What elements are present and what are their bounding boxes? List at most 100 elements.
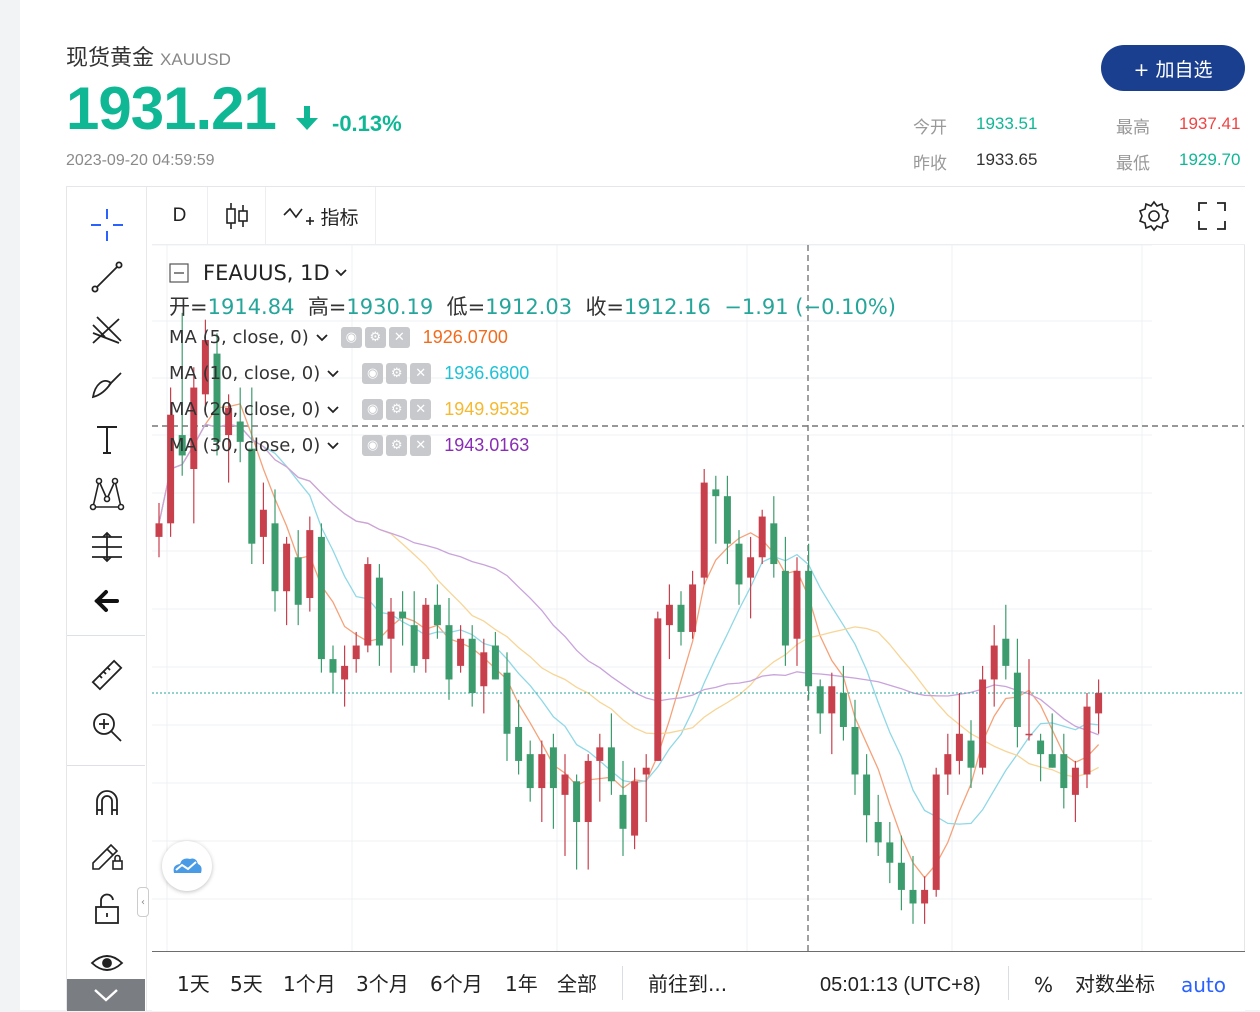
range-button[interactable]: 1年 — [505, 952, 538, 1012]
candle-body — [839, 693, 847, 727]
chevron-down-icon[interactable] — [315, 333, 329, 343]
candle-body — [364, 564, 372, 646]
log-scale-toggle[interactable]: 对数坐标 — [1075, 952, 1155, 1012]
candle-body — [735, 543, 743, 585]
interval-selector[interactable]: D — [152, 187, 208, 245]
candle-body — [851, 726, 859, 775]
symbol-row: FEAUUS, 1D — [169, 261, 348, 285]
remove-indicator-close-icon[interactable]: ✕ — [388, 327, 410, 348]
candle-body — [317, 536, 325, 660]
drawing-toolbar: ‹ — [67, 187, 149, 1011]
last-price: 1931.21 — [66, 75, 277, 142]
candle-body — [399, 611, 407, 619]
candle-body — [596, 747, 604, 761]
candle-body — [944, 754, 952, 775]
text-tool-icon[interactable] — [87, 419, 127, 459]
candle-body — [619, 794, 627, 829]
candle-body — [271, 523, 279, 592]
low-label: 最低 — [1116, 154, 1150, 174]
indicator-label[interactable]: MA (10, close, 0) — [169, 363, 320, 384]
ma-line — [158, 423, 1099, 825]
collapse-legend-icon[interactable] — [169, 263, 189, 283]
candle-body — [921, 889, 929, 904]
price-chart[interactable]: FEAUUS, 1D 开=1914.84 高=1930.19 低=1912.03… — [152, 245, 1244, 951]
brand-cloud-logo[interactable] — [162, 841, 212, 891]
settings-gear-icon[interactable] — [1125, 187, 1183, 245]
indicator-label[interactable]: MA (5, close, 0) — [169, 327, 309, 348]
change-value: −1.91 (−0.10%) — [724, 295, 896, 319]
range-button[interactable]: 6个月 — [430, 952, 483, 1012]
clock-timezone[interactable]: 05:01:13 (UTC+8) — [820, 952, 981, 1012]
candle-body — [805, 570, 813, 687]
range-button[interactable]: 1个月 — [283, 952, 336, 1012]
indicator-label[interactable]: MA (20, close, 0) — [169, 399, 320, 420]
percent-scale-toggle[interactable]: % — [1034, 952, 1053, 1012]
brush-icon[interactable] — [87, 365, 127, 405]
quote-card: 现货黄金 XAUUSD 1931.21 -0.13% 2023-09-20 04:… — [20, 0, 1260, 1012]
auto-scale-toggle[interactable]: auto — [1181, 952, 1226, 1012]
candle-body — [561, 774, 569, 795]
ruler-icon[interactable] — [87, 655, 127, 695]
indicator-settings-icon[interactable]: ⚙ — [364, 327, 386, 348]
indicator-label[interactable]: MA (30, close, 0) — [169, 435, 320, 456]
fullscreen-icon[interactable] — [1183, 187, 1241, 245]
magnet-icon[interactable] — [87, 783, 127, 823]
goto-date-button[interactable]: 前往到... — [648, 952, 727, 1012]
pitchfork-icon[interactable] — [87, 311, 127, 351]
candle-body — [1071, 767, 1079, 795]
remove-indicator-close-icon[interactable]: ✕ — [410, 399, 432, 420]
candle-body — [654, 618, 662, 761]
close-label: 收= — [585, 295, 625, 319]
low-value: 1912.03 — [485, 295, 573, 319]
candle-body — [155, 523, 163, 537]
range-button[interactable]: 5天 — [230, 952, 263, 1012]
candle-body — [816, 686, 824, 714]
visibility-eye-icon[interactable]: ◉ — [362, 435, 384, 456]
instrument-name: 现货黄金 — [66, 46, 155, 71]
chevron-down-icon[interactable] — [334, 268, 348, 278]
candle-body — [294, 557, 302, 605]
add-watchlist-button[interactable]: + 加自选 — [1101, 45, 1245, 91]
candle-body — [689, 584, 697, 632]
quote-timestamp: 2023-09-20 04:59:59 — [66, 152, 215, 169]
range-button[interactable]: 1天 — [177, 952, 210, 1012]
expand-toolbar-chevron-down-icon[interactable] — [67, 979, 145, 1011]
back-arrow-icon[interactable] — [87, 581, 127, 621]
range-button[interactable]: 3个月 — [356, 952, 409, 1012]
candle-body — [538, 754, 546, 789]
candle-body — [526, 754, 534, 789]
chevron-down-icon[interactable] — [326, 369, 340, 379]
visibility-eye-icon[interactable]: ◉ — [340, 327, 362, 348]
indicator-settings-icon[interactable]: ⚙ — [386, 435, 408, 456]
visibility-eye-icon[interactable] — [87, 943, 127, 983]
remove-indicator-close-icon[interactable]: ✕ — [410, 363, 432, 384]
projection-icon[interactable] — [87, 527, 127, 567]
indicator-settings-icon[interactable]: ⚙ — [386, 399, 408, 420]
lock-drawing-icon[interactable] — [87, 835, 127, 875]
candle-body — [410, 625, 418, 666]
indicator-row: MA (30, close, 0) ◉ ⚙ ✕ 1943.0163 — [169, 435, 529, 456]
range-divider — [1008, 966, 1009, 1000]
collapse-toolbar-chevron-left-icon[interactable]: ‹ — [137, 887, 149, 917]
visibility-eye-icon[interactable]: ◉ — [362, 399, 384, 420]
candle-body — [306, 530, 314, 598]
chevron-down-icon[interactable] — [326, 405, 340, 415]
crosshair-icon[interactable] — [87, 205, 127, 245]
candle-body — [503, 672, 511, 734]
candle-body — [886, 842, 894, 863]
range-button[interactable]: 全部 — [557, 952, 597, 1012]
chart-type-candles-icon[interactable] — [208, 187, 266, 245]
trend-line-icon[interactable] — [87, 257, 127, 297]
zoom-in-icon[interactable] — [87, 707, 127, 747]
remove-indicator-close-icon[interactable]: ✕ — [410, 435, 432, 456]
candlestick-chart-svg[interactable] — [152, 245, 1244, 951]
candle-body — [375, 577, 383, 646]
pattern-icon[interactable] — [87, 473, 127, 513]
visibility-eye-icon[interactable]: ◉ — [362, 363, 384, 384]
indicator-settings-icon[interactable]: ⚙ — [386, 363, 408, 384]
unlock-icon[interactable] — [87, 889, 127, 929]
chevron-down-icon[interactable] — [326, 441, 340, 451]
indicators-button[interactable]: 指标 — [266, 187, 376, 245]
candle-body — [259, 509, 267, 537]
candle-body — [1048, 754, 1056, 768]
